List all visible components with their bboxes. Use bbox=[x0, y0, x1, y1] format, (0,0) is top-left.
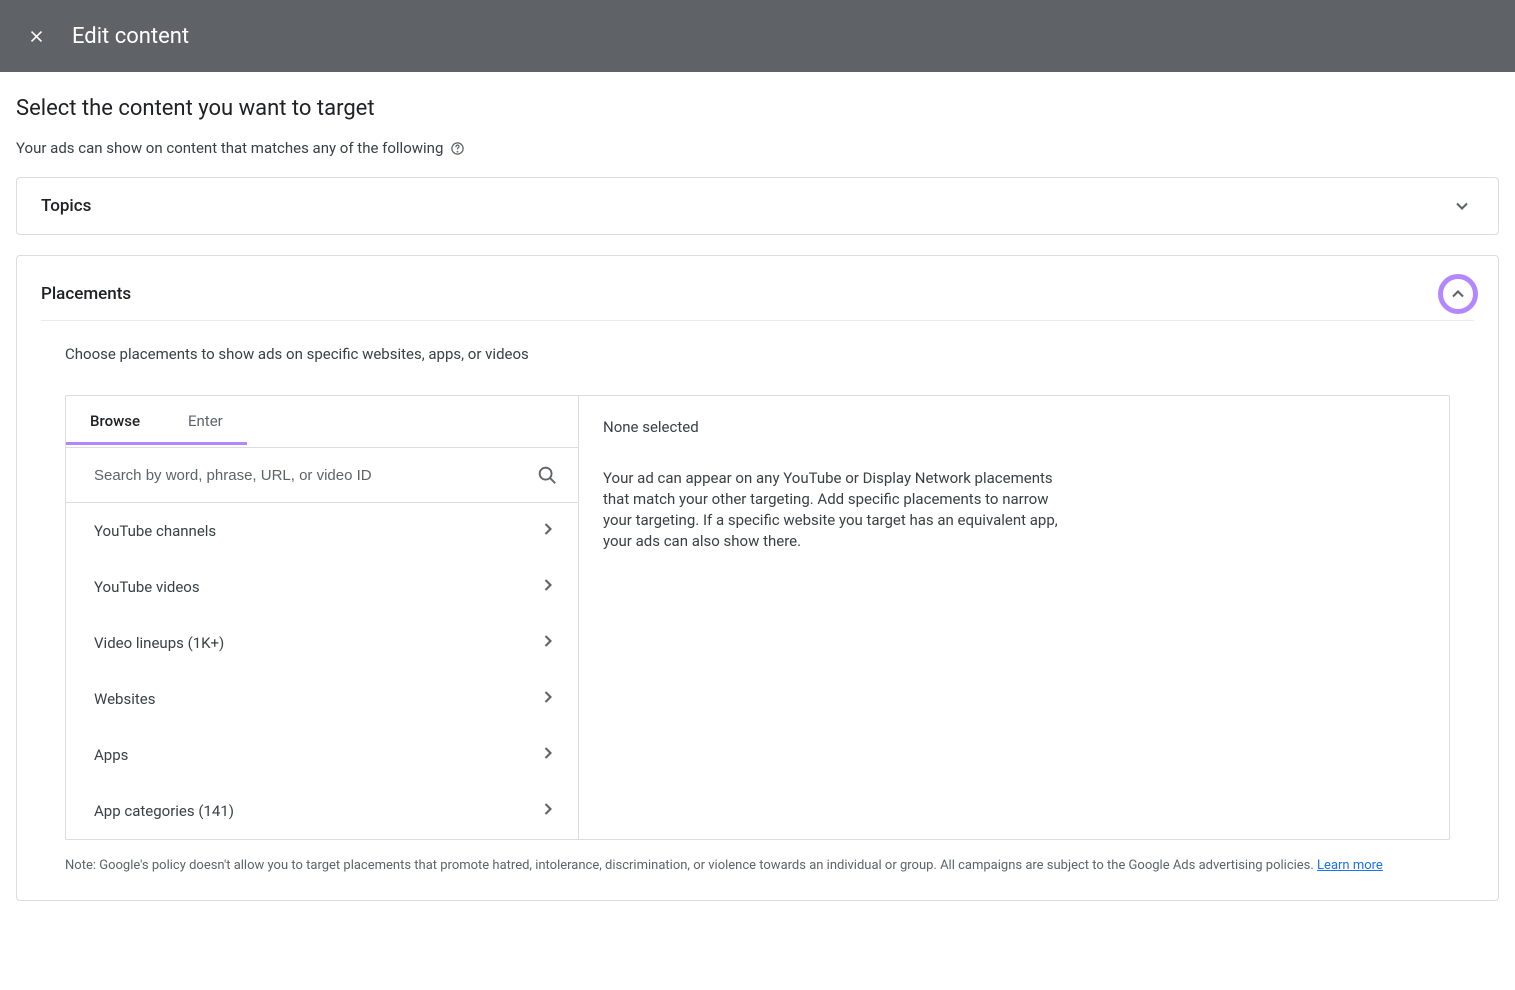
chevron-up-icon bbox=[1446, 282, 1470, 306]
topics-panel-header[interactable]: Topics bbox=[17, 178, 1498, 234]
browse-item-youtube-videos[interactable]: YouTube videos bbox=[66, 559, 578, 615]
search-icon[interactable] bbox=[536, 464, 558, 486]
chevron-right-icon bbox=[538, 799, 558, 823]
tab-enter[interactable]: Enter bbox=[164, 396, 247, 447]
none-selected-label: None selected bbox=[603, 418, 1425, 436]
chevron-right-icon bbox=[538, 519, 558, 543]
help-icon[interactable] bbox=[449, 140, 465, 156]
placements-two-pane: Browse Enter YouTube c bbox=[65, 395, 1450, 840]
placements-panel-header[interactable]: Placements bbox=[17, 256, 1498, 320]
section-subtitle: Your ads can show on content that matche… bbox=[16, 139, 443, 157]
content-area: Select the content you want to target Yo… bbox=[0, 72, 1515, 937]
browse-item-apps[interactable]: Apps bbox=[66, 727, 578, 783]
topics-panel: Topics bbox=[16, 177, 1499, 235]
browse-item-label: YouTube channels bbox=[94, 522, 216, 540]
browse-list: YouTube channels YouTube videos Video li… bbox=[66, 503, 578, 839]
chevron-right-icon bbox=[538, 743, 558, 767]
browse-item-label: App categories (141) bbox=[94, 802, 234, 820]
close-button[interactable] bbox=[24, 24, 48, 48]
footnote: Note: Google's policy doesn't allow you … bbox=[65, 856, 1450, 876]
header-title: Edit content bbox=[72, 24, 189, 49]
browse-item-label: YouTube videos bbox=[94, 578, 200, 596]
search-row bbox=[66, 448, 578, 503]
browse-item-label: Video lineups (1K+) bbox=[94, 634, 224, 652]
topics-panel-title: Topics bbox=[41, 196, 91, 216]
tabs: Browse Enter bbox=[66, 396, 578, 448]
placements-panel: Placements Choose placements to show ads… bbox=[16, 255, 1499, 901]
right-pane-description: Your ad can appear on any YouTube or Dis… bbox=[603, 468, 1063, 552]
browse-item-app-categories[interactable]: App categories (141) bbox=[66, 783, 578, 839]
footnote-text: Note: Google's policy doesn't allow you … bbox=[65, 858, 1317, 873]
placements-right-pane: None selected Your ad can appear on any … bbox=[579, 396, 1449, 839]
section-subtitle-row: Your ads can show on content that matche… bbox=[16, 139, 1499, 157]
tab-browse-label: Browse bbox=[90, 412, 140, 430]
browse-item-video-lineups[interactable]: Video lineups (1K+) bbox=[66, 615, 578, 671]
search-input[interactable] bbox=[94, 467, 536, 484]
chevron-right-icon bbox=[538, 631, 558, 655]
chevron-right-icon bbox=[538, 687, 558, 711]
tab-enter-label: Enter bbox=[188, 412, 223, 430]
collapse-highlight-ring[interactable] bbox=[1438, 274, 1478, 314]
placements-panel-title: Placements bbox=[41, 284, 131, 304]
learn-more-link[interactable]: Learn more bbox=[1317, 858, 1383, 873]
close-icon bbox=[27, 27, 46, 46]
browse-item-label: Apps bbox=[94, 746, 128, 764]
browse-item-youtube-channels[interactable]: YouTube channels bbox=[66, 503, 578, 559]
chevron-down-icon bbox=[1450, 194, 1474, 218]
chevron-right-icon bbox=[538, 575, 558, 599]
placements-left-pane: Browse Enter YouTube c bbox=[66, 396, 579, 839]
browse-item-websites[interactable]: Websites bbox=[66, 671, 578, 727]
tab-browse[interactable]: Browse bbox=[66, 396, 164, 447]
section-title: Select the content you want to target bbox=[16, 96, 1499, 121]
browse-item-label: Websites bbox=[94, 690, 155, 708]
header-bar: Edit content bbox=[0, 0, 1515, 72]
placements-description: Choose placements to show ads on specifi… bbox=[65, 345, 1450, 363]
placements-body: Choose placements to show ads on specifi… bbox=[17, 321, 1498, 900]
